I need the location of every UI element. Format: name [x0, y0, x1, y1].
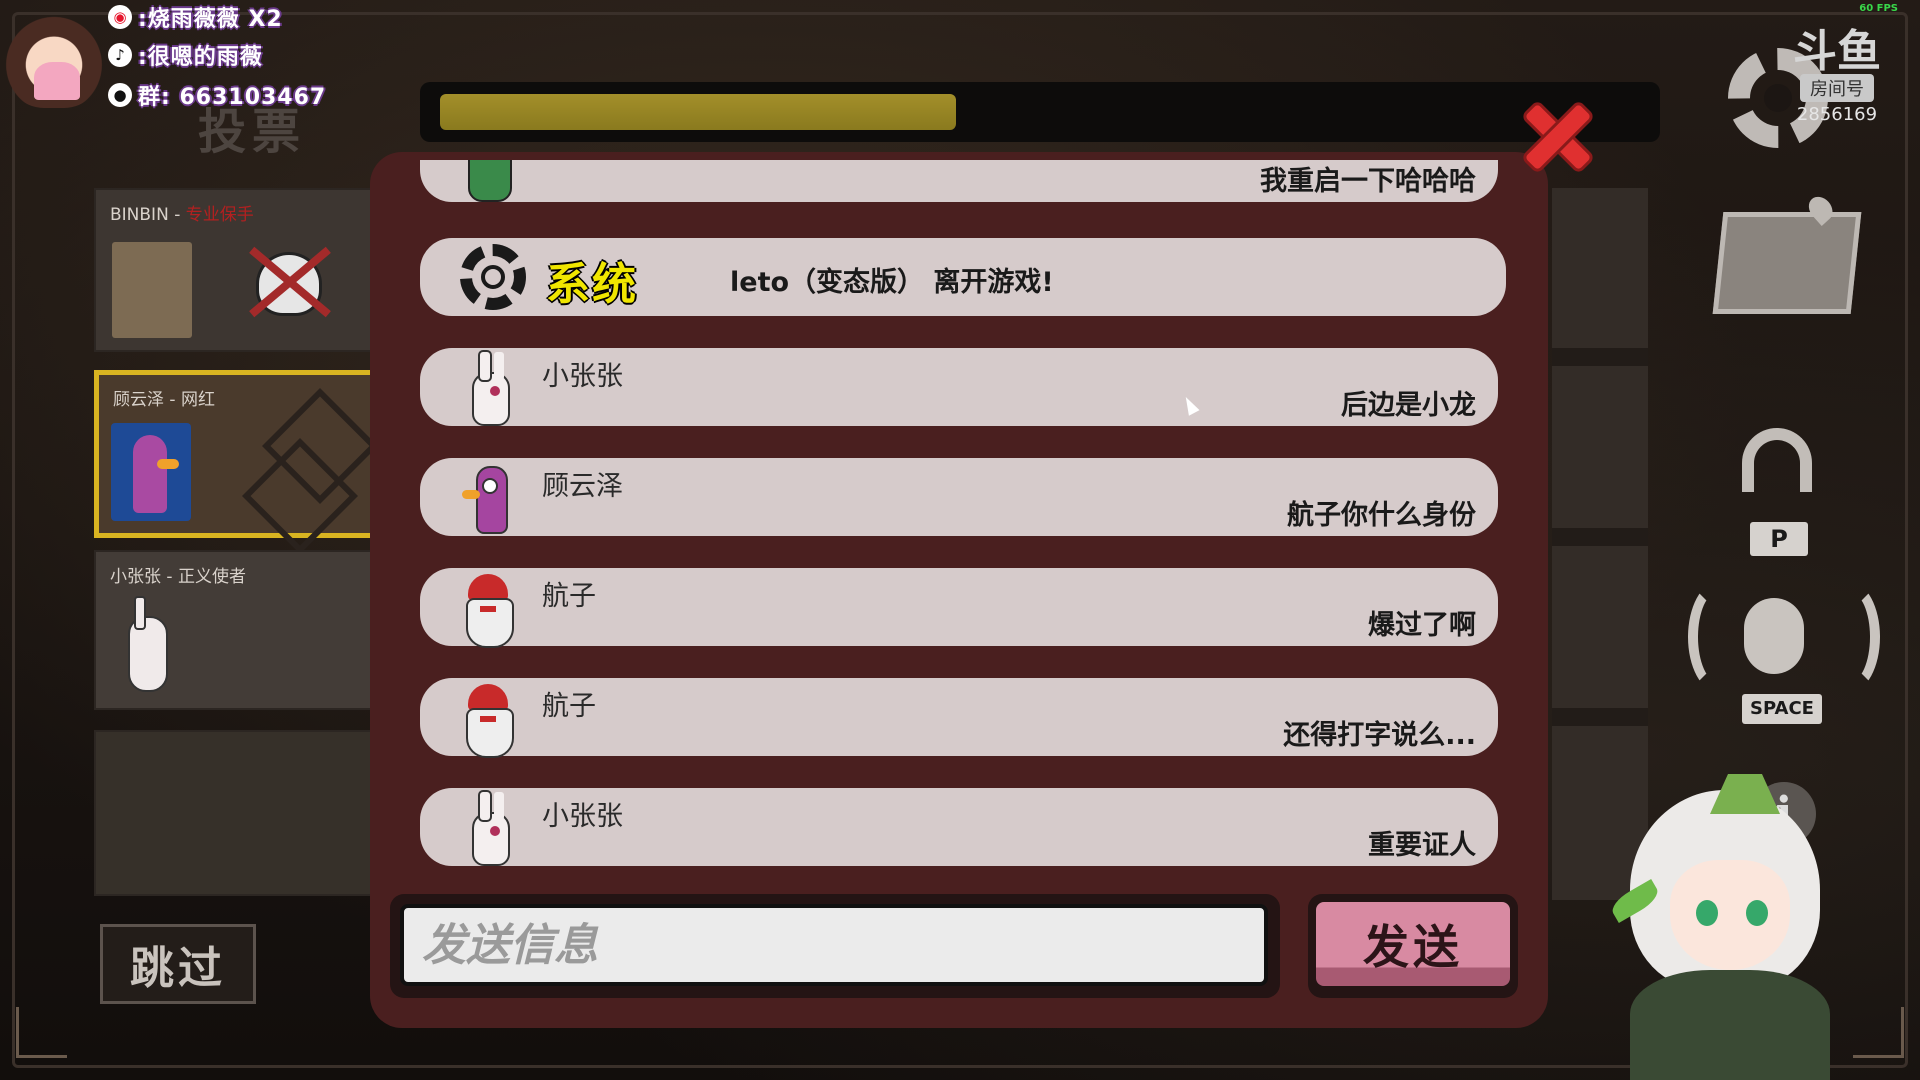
- system-message-text: leto（变态版） 离开游戏!: [730, 267, 1054, 298]
- sound-wave-right: [1820, 582, 1880, 692]
- chat-message-text: 航子你什么身份: [1287, 500, 1476, 531]
- room-number: 2856169: [1796, 104, 1878, 125]
- room-badge: 斗鱼 房间号 2856169: [1782, 26, 1892, 126]
- chat-message-text: 后边是小龙: [1341, 390, 1476, 421]
- chat-message: 我重启一下哈哈哈: [420, 160, 1498, 202]
- player-name-line: 顾云泽 - 网红: [113, 390, 215, 410]
- push-to-talk-key: P: [1750, 522, 1808, 556]
- chat-message: 航子 爆过了啊: [420, 568, 1498, 648]
- player-role: 正义使者: [177, 567, 246, 587]
- goose-character-icon: [458, 460, 518, 536]
- chat-message-text: 爆过了啊: [1368, 610, 1476, 641]
- chat-message-text: 还得打字说么...: [1283, 720, 1476, 751]
- streamer-vtuber-avatar: [1590, 770, 1920, 1080]
- frame-corner: [16, 1007, 67, 1058]
- chat-sender: 小张张: [542, 801, 623, 832]
- streamer-avatar: [4, 0, 104, 108]
- chat-message-text: 我重启一下哈哈哈: [1260, 166, 1476, 197]
- headphone-icon[interactable]: [1742, 428, 1812, 492]
- send-button-frame: 发送: [1308, 894, 1518, 998]
- douyin-handle: :很嗯的雨薇: [138, 45, 263, 70]
- chat-sender: 航子: [542, 581, 596, 612]
- fps-counter: 60 FPS: [1859, 3, 1898, 14]
- divider: [1552, 708, 1648, 726]
- chat-panel: 我重启一下哈哈哈 系统 leto（变态版） 离开游戏! 小张张 后边是小龙 顾云…: [370, 152, 1548, 1028]
- sound-wave-left: [1688, 582, 1748, 692]
- divider: [1552, 348, 1648, 366]
- microphone-icon[interactable]: [1744, 598, 1804, 674]
- skip-vote-button[interactable]: 跳过: [100, 924, 256, 1004]
- room-label: 房间号: [1800, 74, 1874, 102]
- map-icon[interactable]: [1712, 212, 1862, 314]
- player-name: 顾云泽: [113, 390, 164, 410]
- divider: [1552, 528, 1648, 546]
- player-avatar: [112, 242, 192, 338]
- chat-message-list[interactable]: 我重启一下哈哈哈 系统 leto（变态版） 离开游戏! 小张张 后边是小龙 顾云…: [370, 160, 1548, 880]
- chat-sender: 航子: [542, 691, 596, 722]
- send-button[interactable]: 发送: [1316, 902, 1510, 986]
- player-name: BINBIN: [110, 205, 169, 225]
- goose-avatar: [111, 423, 191, 521]
- chat-input-frame: [390, 894, 1280, 998]
- douyu-logo: 斗鱼: [1793, 26, 1881, 77]
- player-role: 网红: [180, 390, 215, 410]
- chat-message: 小张张 后边是小龙: [420, 348, 1498, 426]
- player-role: 专业保手: [185, 205, 254, 225]
- rabbit-avatar: [120, 596, 170, 696]
- close-icon[interactable]: [1522, 100, 1594, 172]
- weibo-handle: :烧雨薇薇 X2: [138, 7, 283, 32]
- player-card[interactable]: BINBIN - 专业保手: [94, 188, 388, 352]
- system-gear-icon: [460, 244, 526, 310]
- chat-sender: 小张张: [542, 361, 623, 392]
- player-name-line: 小张张 - 正义使者: [110, 567, 246, 587]
- chat-message: 顾云泽 航子你什么身份: [420, 458, 1498, 536]
- dead-skull-icon: [246, 242, 331, 322]
- rabbit-character-icon: [458, 350, 518, 426]
- chat-message: 航子 还得打字说么...: [420, 678, 1498, 758]
- player-name: 小张张: [110, 567, 161, 587]
- player-name-line: BINBIN - 专业保手: [110, 205, 254, 225]
- system-label: 系统: [546, 259, 638, 310]
- croc-character-icon: [458, 160, 518, 202]
- vote-timer-fill: [440, 94, 956, 130]
- system-message: 系统 leto（变态版） 离开游戏!: [420, 238, 1506, 316]
- chat-message: 小张张 重要证人: [420, 788, 1498, 866]
- douyin-line: ♪ :很嗯的雨薇: [108, 40, 263, 70]
- douyin-icon: ♪: [108, 43, 132, 67]
- rabbit-character-icon: [458, 790, 518, 866]
- santa-character-icon: [458, 570, 518, 648]
- voice-key: SPACE: [1742, 694, 1822, 724]
- chat-input[interactable]: [400, 904, 1268, 986]
- player-card-selected[interactable]: 顾云泽 - 网红: [94, 370, 394, 554]
- weibo-icon: ◉: [108, 5, 132, 29]
- chat-sender: 顾云泽: [542, 471, 623, 502]
- weibo-line: ◉ :烧雨薇薇 X2: [108, 2, 283, 32]
- player-card[interactable]: 小张张 - 正义使者: [94, 550, 388, 710]
- empty-player-slot: [94, 730, 388, 896]
- santa-character-icon: [458, 680, 518, 758]
- vote-timer-bar: [420, 82, 1660, 142]
- vote-title: 投票: [198, 104, 307, 160]
- qq-icon: ●: [108, 83, 132, 107]
- chat-message-text: 重要证人: [1368, 830, 1476, 861]
